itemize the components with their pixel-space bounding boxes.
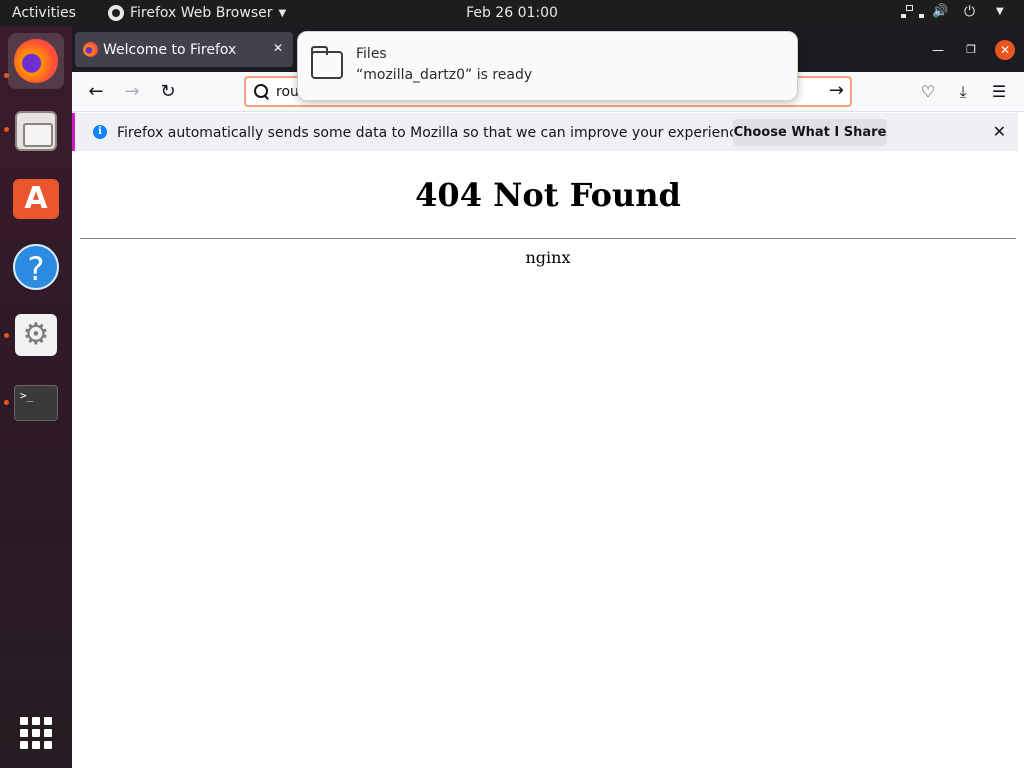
window-close-button[interactable]: ✕ <box>995 40 1015 60</box>
chevron-down-icon[interactable]: ▼ <box>996 4 1012 20</box>
notification-toast[interactable]: Files “mozilla_dartz0” is ready <box>297 31 798 101</box>
toast-body: “mozilla_dartz0” is ready <box>356 67 533 83</box>
divider <box>80 238 1016 239</box>
volume-icon[interactable]: 🔊 <box>932 4 948 20</box>
firefox-icon <box>83 42 98 57</box>
toast-title: Files <box>356 46 387 62</box>
search-icon <box>252 82 270 100</box>
tab-title: Welcome to Firefox <box>103 41 237 58</box>
tab-welcome[interactable]: Welcome to Firefox ✕ <box>75 32 293 67</box>
chevron-down-icon: ▼ <box>278 7 287 19</box>
firefox-icon <box>14 39 58 83</box>
back-button[interactable]: ← <box>84 80 108 104</box>
terminal-icon: >_ <box>14 385 58 421</box>
firefox-icon <box>108 5 124 21</box>
show-applications-icon[interactable] <box>20 717 52 749</box>
page-content: 404 Not Found nginx <box>72 156 1024 768</box>
dock-terminal[interactable]: >_ <box>8 375 64 431</box>
data-collection-notice: i Firefox automatically sends some data … <box>72 113 1018 151</box>
app-menu[interactable]: Firefox Web Browser ▼ <box>108 5 286 21</box>
close-icon[interactable]: ✕ <box>273 41 283 55</box>
settings-icon: ⚙ <box>15 314 57 356</box>
page-title: 404 Not Found <box>415 176 681 214</box>
network-icon[interactable] <box>900 4 924 20</box>
pocket-icon[interactable]: ♡ <box>916 80 940 104</box>
help-icon: ? <box>13 244 59 290</box>
software-store-icon: A <box>13 179 59 219</box>
server-name: nginx <box>525 248 571 267</box>
files-icon <box>15 111 57 151</box>
firefox-window: Welcome to Firefox ✕ — ❐ ✕ ← → ↻ → ♡ ⤓ ☰… <box>72 27 1024 768</box>
downloads-icon[interactable]: ⤓ <box>951 80 975 104</box>
app-menu-label: Firefox Web Browser <box>130 5 273 21</box>
dock-files[interactable] <box>8 103 64 159</box>
dock-settings[interactable]: ⚙ <box>8 307 64 363</box>
system-tray[interactable]: 🔊 ⏻ ▼ <box>900 4 1012 20</box>
notice-message: Firefox automatically sends some data to… <box>117 125 750 141</box>
menu-icon[interactable]: ☰ <box>987 80 1011 104</box>
go-arrow-icon[interactable]: → <box>829 80 844 101</box>
dock: A ? ⚙ >_ <box>0 27 72 768</box>
close-icon[interactable]: ✕ <box>993 122 1006 141</box>
power-icon[interactable]: ⏻ <box>964 4 980 20</box>
minimize-button[interactable]: — <box>928 40 948 60</box>
dock-software[interactable]: A <box>8 171 64 227</box>
choose-what-i-share-button[interactable]: Choose What I Share <box>733 119 887 146</box>
dock-firefox[interactable] <box>8 33 64 89</box>
info-icon: i <box>93 125 107 139</box>
maximize-button[interactable]: ❐ <box>961 40 981 60</box>
dock-help[interactable]: ? <box>8 239 64 295</box>
folder-icon <box>311 46 343 79</box>
reload-button[interactable]: ↻ <box>156 80 180 104</box>
forward-button[interactable]: → <box>120 80 144 104</box>
top-bar: Activities Firefox Web Browser ▼ Feb 26 … <box>0 0 1024 27</box>
activities-button[interactable]: Activities <box>12 5 76 21</box>
